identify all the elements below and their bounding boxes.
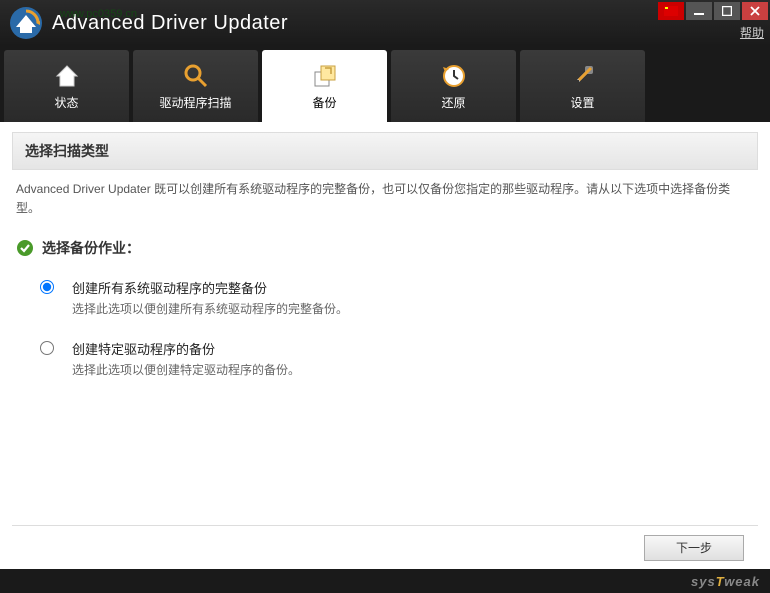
- brand-logo: sysTweak: [691, 574, 760, 589]
- tab-label: 还原: [441, 94, 465, 111]
- search-icon: [182, 62, 210, 90]
- spacer: [12, 404, 758, 525]
- tab-settings[interactable]: 设置: [520, 50, 645, 122]
- backup-icon: [311, 62, 339, 90]
- titlebar: Advanced Driver Updater www.pc0359.cn 帮助: [0, 0, 770, 46]
- panel-description: Advanced Driver Updater 既可以创建所有系统驱动程序的完整…: [12, 170, 758, 228]
- minimize-button[interactable]: [686, 2, 712, 20]
- brand-pre: sys: [691, 574, 716, 589]
- language-flag-icon[interactable]: [658, 2, 684, 20]
- app-window: Advanced Driver Updater www.pc0359.cn 帮助…: [0, 0, 770, 593]
- tab-label: 备份: [312, 94, 336, 111]
- radio-specific-backup[interactable]: [40, 341, 54, 355]
- backup-options-section: 选择备份作业： 创建所有系统驱动程序的完整备份 选择此选项以便创建所有系统驱动程…: [12, 228, 758, 404]
- content-area: 选择扫描类型 Advanced Driver Updater 既可以创建所有系统…: [0, 122, 770, 569]
- brand-post: weak: [724, 574, 760, 589]
- option-text: 创建所有系统驱动程序的完整备份 选择此选项以便创建所有系统驱动程序的完整备份。: [72, 278, 348, 317]
- brand-footer: sysTweak: [0, 569, 770, 593]
- tab-label: 设置: [570, 94, 594, 111]
- next-button[interactable]: 下一步: [644, 535, 744, 561]
- tab-status[interactable]: 状态: [4, 50, 129, 122]
- window-controls: [658, 2, 768, 20]
- tab-scan[interactable]: 驱动程序扫描: [133, 50, 258, 122]
- option-label: 创建特定驱动程序的备份: [72, 339, 300, 358]
- settings-icon: [569, 62, 597, 90]
- option-desc: 选择此选项以便创建特定驱动程序的备份。: [72, 361, 300, 378]
- tab-label: 状态: [54, 94, 78, 111]
- logo-area: Advanced Driver Updater: [8, 5, 288, 41]
- tab-restore[interactable]: 还原: [391, 50, 516, 122]
- option-text: 创建特定驱动程序的备份 选择此选项以便创建特定驱动程序的备份。: [72, 339, 300, 378]
- maximize-button[interactable]: [714, 2, 740, 20]
- app-title: Advanced Driver Updater: [52, 12, 288, 35]
- close-button[interactable]: [742, 2, 768, 20]
- restore-icon: [440, 62, 468, 90]
- tab-backup[interactable]: 备份: [262, 50, 387, 122]
- check-circle-icon: [16, 239, 34, 257]
- brand-hl: T: [716, 574, 724, 589]
- option-full-backup[interactable]: 创建所有系统驱动程序的完整备份 选择此选项以便创建所有系统驱动程序的完整备份。: [16, 272, 754, 333]
- help-link[interactable]: 帮助: [740, 24, 764, 41]
- tab-bar: 状态 驱动程序扫描 备份 还原: [0, 46, 770, 122]
- option-label: 创建所有系统驱动程序的完整备份: [72, 278, 348, 297]
- home-icon: [53, 62, 81, 90]
- section-title: 选择备份作业：: [16, 238, 754, 258]
- option-desc: 选择此选项以便创建所有系统驱动程序的完整备份。: [72, 300, 348, 317]
- footer-bar: 下一步: [12, 525, 758, 569]
- option-specific-backup[interactable]: 创建特定驱动程序的备份 选择此选项以便创建特定驱动程序的备份。: [16, 333, 754, 394]
- section-title-text: 选择备份作业：: [42, 238, 140, 258]
- tab-label: 驱动程序扫描: [159, 94, 231, 111]
- panel-header: 选择扫描类型: [12, 132, 758, 170]
- app-logo-icon: [8, 5, 44, 41]
- radio-full-backup[interactable]: [40, 280, 54, 294]
